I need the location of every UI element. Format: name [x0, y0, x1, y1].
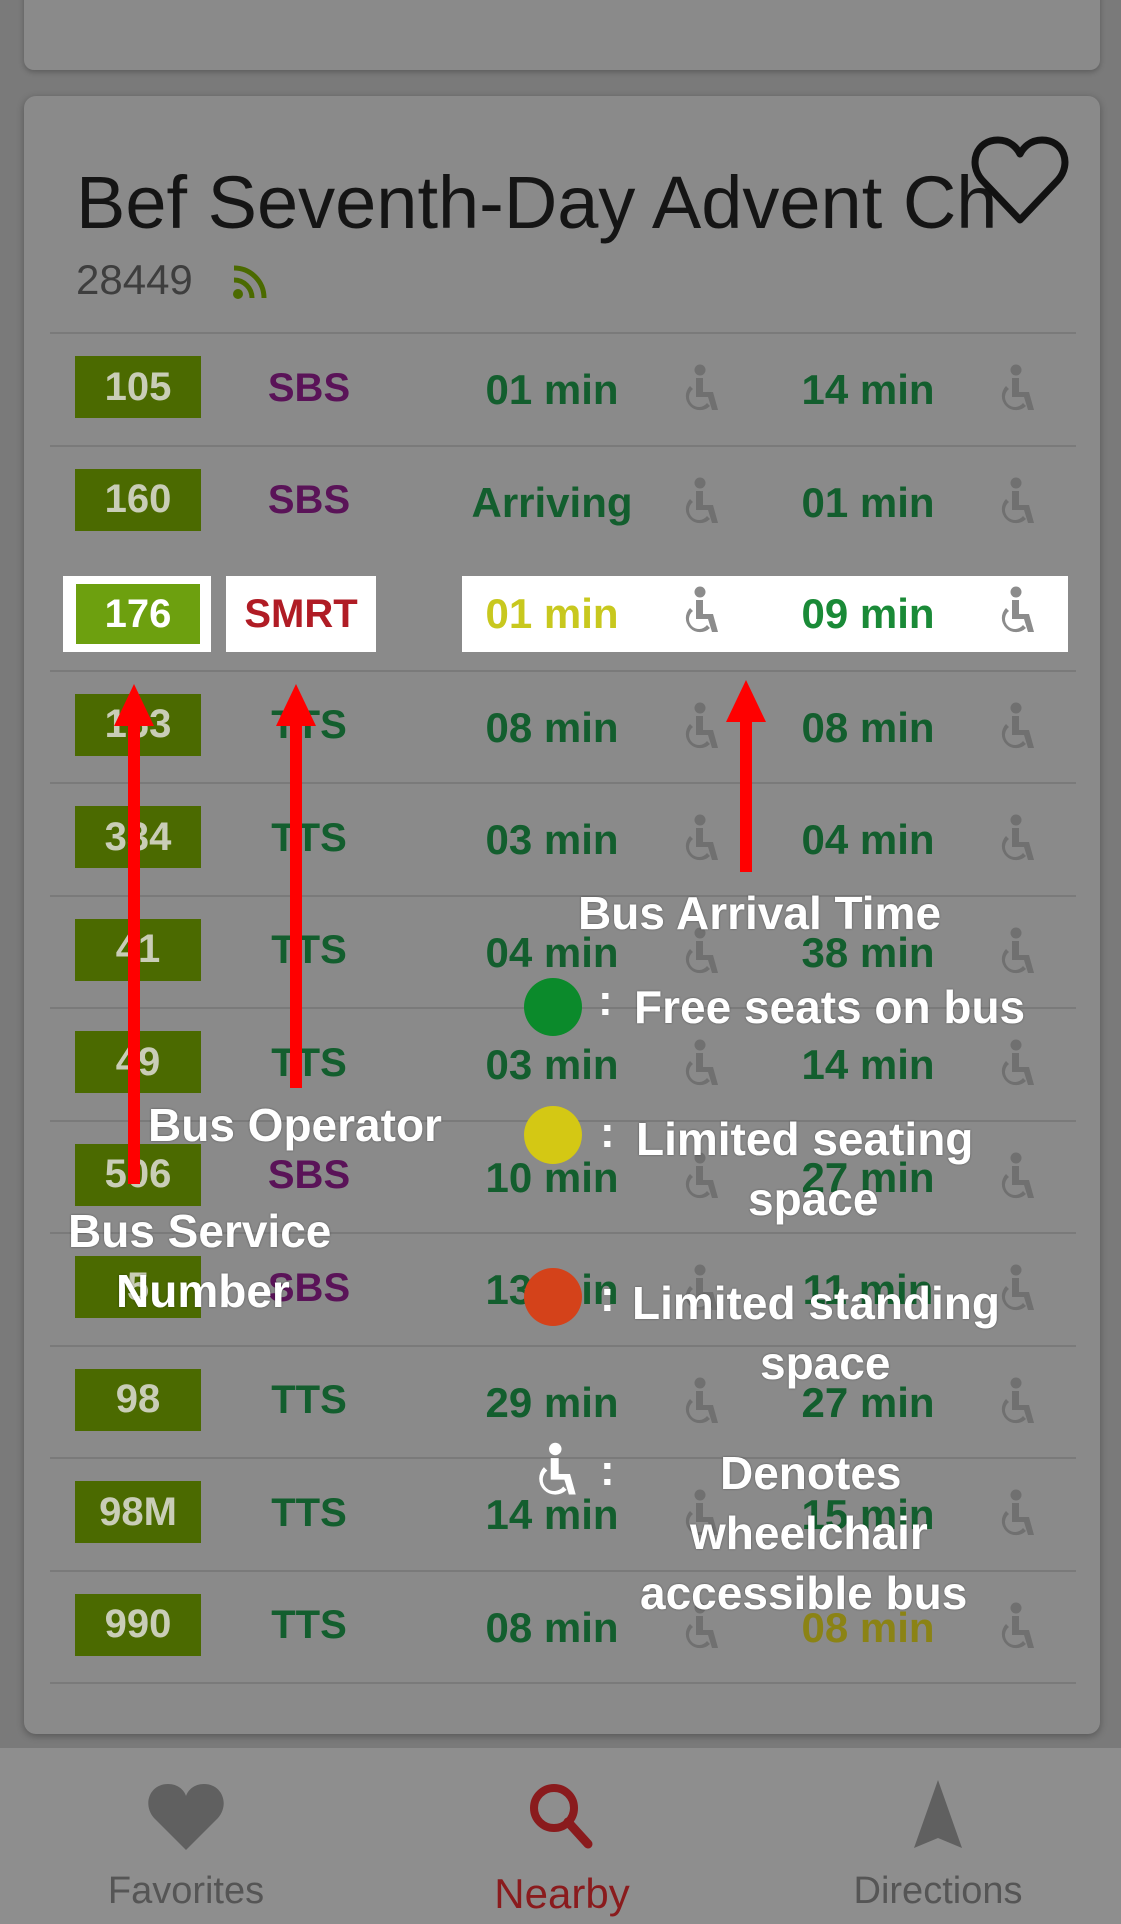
legend-text-limited-standing-2: space: [760, 1337, 891, 1389]
operator-label: SBS: [267, 478, 351, 522]
wheelchair-icon: [1001, 477, 1034, 523]
arrival-time-subsequent: 01 min: [801, 478, 935, 526]
label-bus-operator: Bus Operator: [148, 1099, 442, 1151]
legend-text-free-seats: Free seats on bus: [634, 981, 1026, 1033]
operator-label: TTS: [271, 928, 347, 972]
operator-label: TTS: [271, 1378, 347, 1422]
wheelchair-icon: [685, 1039, 718, 1086]
service-number-badge[interactable]: 49: [75, 1031, 201, 1093]
wheelchair-icon: [685, 702, 718, 748]
table-row[interactable]: 160 SBS Arriving 01 min: [50, 444, 1076, 557]
table-row[interactable]: 334 TTS 03 min 04 min: [50, 782, 1076, 894]
nav-label-directions: Directions: [853, 1870, 1023, 1912]
legend-text-wheelchair-3: accessible bus: [640, 1567, 968, 1619]
legend-dot-yellow: [524, 1106, 582, 1164]
legend-colon: :: [600, 1272, 615, 1321]
legend-text-limited-seating-2: space: [748, 1173, 879, 1225]
previous-stop-card[interactable]: [24, 0, 1100, 70]
operator-label: SBS: [267, 1153, 351, 1197]
nav-nearby[interactable]: Nearby: [412, 1748, 712, 1924]
service-number-badge[interactable]: 506: [75, 1143, 201, 1206]
arrival-time-subsequent: 14 min: [801, 1041, 935, 1088]
service-number-badge[interactable]: 105: [75, 356, 201, 418]
legend-dot-green: [524, 978, 582, 1036]
wheelchair-icon: [1001, 1377, 1034, 1423]
wheelchair-icon: [1001, 1602, 1034, 1648]
service-number-badge[interactable]: 334: [75, 806, 201, 868]
legend-text-wheelchair-2: wheelchair: [690, 1507, 928, 1559]
operator-label: TTS: [271, 1490, 347, 1535]
operator-label: SMRT: [226, 576, 376, 652]
list-divider: [50, 1682, 1076, 1684]
legend-colon: :: [600, 1446, 615, 1495]
nav-favorites[interactable]: Favorites: [36, 1748, 336, 1924]
legend-dot-red: [524, 1268, 582, 1326]
wheelchair-icon: [1001, 1152, 1034, 1198]
table-row[interactable]: 98 TTS 29 min 27 min: [50, 1344, 1076, 1457]
search-icon: [530, 1784, 593, 1849]
wheelchair-icon: [685, 814, 718, 861]
arrival-time-next: 08 min: [485, 1603, 619, 1651]
stop-code: 28449: [76, 256, 193, 303]
heart-icon: [148, 1784, 224, 1850]
wheelchair-icon: [539, 1442, 576, 1495]
service-number-badge[interactable]: 160: [75, 468, 201, 531]
wheelchair-icon: [685, 477, 718, 523]
arrival-time-next: 08 min: [485, 703, 619, 751]
arrival-time-next: 01 min: [485, 366, 619, 413]
service-number-badge[interactable]: 41: [75, 918, 201, 981]
label-bus-service-line2: Number: [116, 1265, 290, 1317]
wheelchair-icon: [1001, 586, 1034, 633]
highlight-arrival-box: 01 min 09 min: [462, 576, 1068, 652]
wheelchair-icon: [1001, 364, 1034, 411]
wheelchair-icon: [1001, 927, 1034, 973]
arrival-time-subsequent: 08 min: [801, 703, 935, 751]
arrival-time-next: 03 min: [485, 816, 619, 863]
service-number-badge[interactable]: 163: [75, 693, 201, 756]
legend-text-limited-standing-1: Limited standing: [632, 1277, 1000, 1329]
wheelchair-icon: [685, 586, 718, 633]
arrival-time-next: 29 min: [485, 1378, 619, 1426]
wheelchair-icon: [685, 364, 718, 411]
arrival-time-subsequent: 04 min: [801, 816, 935, 863]
legend-colon: :: [600, 1108, 615, 1157]
wheelchair-icon: [1001, 1039, 1034, 1086]
legend-text-limited-seating-1: Limited seating: [636, 1113, 974, 1165]
arrival-time-next: 01 min: [485, 590, 619, 637]
arrival-time-next: Arriving: [471, 478, 633, 526]
heart-outline-icon[interactable]: [970, 134, 1070, 226]
operator-label: TTS: [271, 1040, 347, 1085]
wheelchair-icon: [1001, 1489, 1034, 1536]
navigation-arrow-icon: [914, 1780, 962, 1848]
operator-label: TTS: [271, 1603, 347, 1647]
table-row[interactable]: 163 TTS 08 min 08 min: [50, 669, 1076, 782]
wheelchair-icon: [1001, 702, 1034, 748]
operator-label: SBS: [267, 365, 351, 410]
arrival-time-subsequent: 09 min: [801, 590, 935, 637]
arrival-time-next: 03 min: [485, 1041, 619, 1088]
stop-name: Bef Seventh-Day Advent Ch: [76, 161, 998, 244]
operator-label: TTS: [271, 703, 347, 747]
nav-label-nearby: Nearby: [494, 1870, 630, 1917]
label-bus-service-line1: Bus Service: [68, 1205, 332, 1257]
rss-icon: [233, 265, 267, 299]
nav-label-favorites: Favorites: [107, 1870, 265, 1912]
service-number-badge[interactable]: 98M: [75, 1481, 201, 1543]
label-bus-arrival-time: Bus Arrival Time: [578, 887, 942, 939]
wheelchair-icon: [685, 1377, 718, 1423]
arrival-time-subsequent: 14 min: [801, 366, 935, 413]
wheelchair-icon: [1001, 814, 1034, 861]
service-number-badge[interactable]: 990: [75, 1593, 201, 1656]
table-row[interactable]: 105 SBS 01 min 14 min: [50, 332, 1076, 444]
bottom-navigation: Favorites Nearby Directions: [0, 1748, 1121, 1924]
nav-directions[interactable]: Directions: [788, 1748, 1088, 1924]
operator-label: TTS: [271, 815, 347, 860]
legend-colon: :: [598, 976, 613, 1025]
legend-text-wheelchair-1: Denotes: [720, 1447, 902, 1499]
service-number-badge[interactable]: 98: [75, 1368, 201, 1431]
service-number-badge[interactable]: 176: [76, 584, 200, 644]
